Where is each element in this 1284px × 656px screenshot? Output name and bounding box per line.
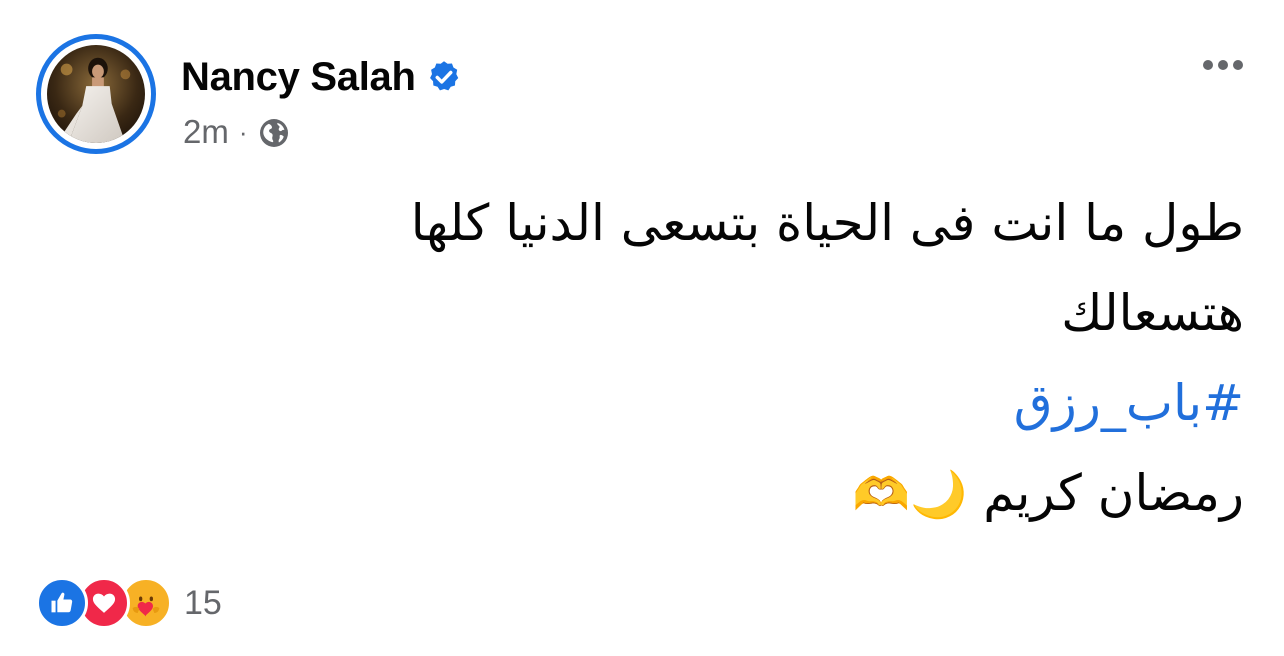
more-dot <box>1218 60 1228 70</box>
author-row: Nancy Salah <box>181 52 462 102</box>
post-meta: 2m · <box>183 113 290 151</box>
hashtag-link[interactable]: #باب_رزق <box>124 358 1244 448</box>
emoji-moon-heart-hands: 🌙🫶 <box>852 467 968 521</box>
post-text-line: رمضان كريم 🌙🫶 <box>124 448 1244 539</box>
post-text-line: هتسعالك <box>1061 284 1244 342</box>
avatar[interactable] <box>47 45 145 143</box>
author-name[interactable]: Nancy Salah <box>181 55 416 100</box>
post-text: طول ما انت فى الحياة بتسعى الدنيا كلها ه… <box>124 178 1244 539</box>
more-dot <box>1233 60 1243 70</box>
post-text-line: طول ما انت فى الحياة بتسعى الدنيا كلها <box>410 194 1244 252</box>
reaction-count[interactable]: 15 <box>184 584 222 623</box>
story-ring[interactable] <box>36 34 156 154</box>
post-text-fragment: رمضان كريم <box>983 464 1244 522</box>
globe-icon[interactable] <box>258 117 290 149</box>
verified-badge-icon <box>429 61 458 91</box>
more-options-button[interactable] <box>1196 48 1250 82</box>
more-horizontal-icon <box>1203 60 1213 70</box>
timestamp[interactable]: 2m <box>183 113 229 151</box>
like-icon <box>36 577 88 629</box>
facebook-post: Nancy Salah 2m · طول ما انت فى الحياة بت… <box>0 0 1284 656</box>
meta-separator: · <box>238 116 248 147</box>
reactions-summary[interactable]: 15 <box>36 577 222 629</box>
